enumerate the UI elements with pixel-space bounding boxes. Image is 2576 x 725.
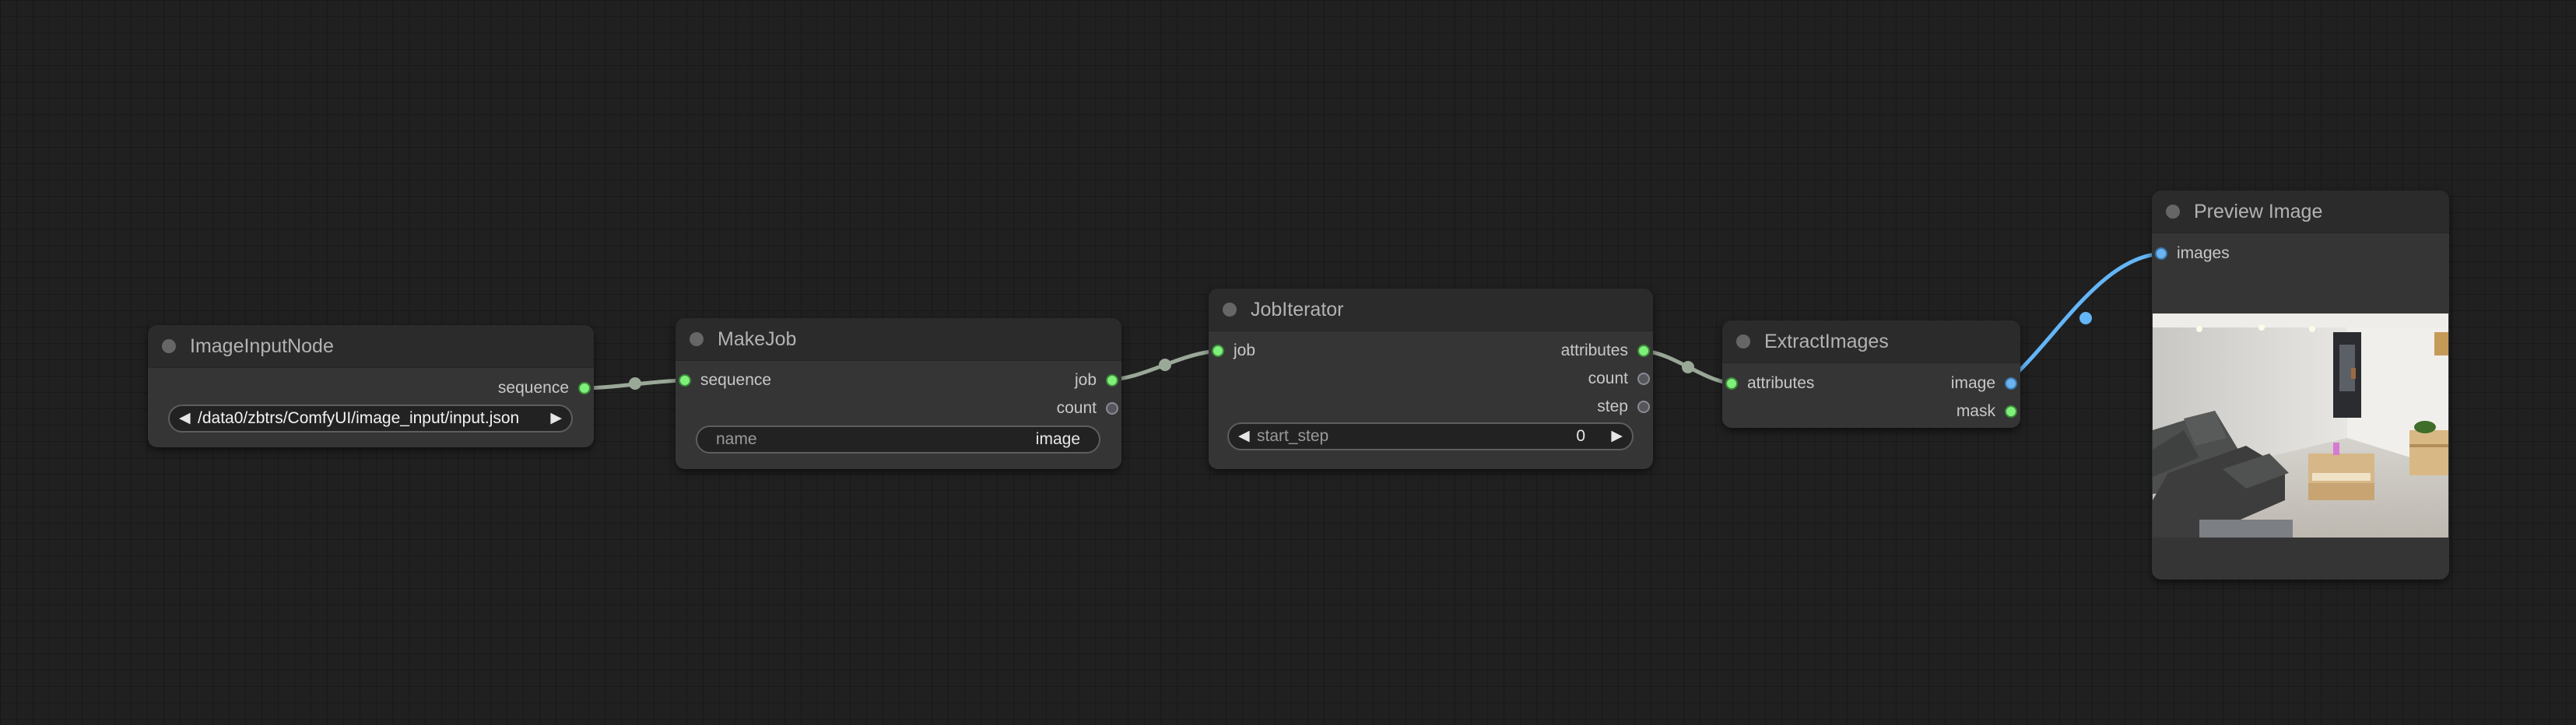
node-title-bar[interactable]: Preview Image xyxy=(2152,191,2449,233)
next-arrow-icon[interactable]: ▶ xyxy=(550,406,562,431)
widget-value: image xyxy=(1035,430,1080,448)
slot-connector[interactable] xyxy=(1106,374,1118,387)
slot-connector[interactable] xyxy=(2005,405,2017,418)
slot-connector[interactable] xyxy=(2155,247,2167,260)
slot-connector[interactable] xyxy=(1725,377,1738,390)
increment-arrow-icon[interactable]: ▶ xyxy=(1611,424,1623,449)
node-title: JobIterator xyxy=(1251,299,1344,320)
slot-label: images xyxy=(2177,244,2230,262)
slot-label: job xyxy=(1074,371,1097,389)
combo-value: /data0/zbtrs/ComfyUI/image_input/input.j… xyxy=(198,409,520,427)
slot-connector[interactable] xyxy=(1106,402,1118,415)
node-title: Preview Image xyxy=(2194,201,2323,222)
prev-arrow-icon[interactable]: ◀ xyxy=(179,406,191,431)
widget-label: name xyxy=(716,430,757,448)
slot-label: mask xyxy=(1956,402,1995,420)
slot-connector[interactable] xyxy=(578,382,591,394)
output-slot-attributes[interactable]: attributes xyxy=(1561,337,1653,365)
link-sequence-midpoint[interactable] xyxy=(629,377,641,390)
slot-connector[interactable] xyxy=(1637,401,1650,413)
widget-label: start_step xyxy=(1257,427,1329,445)
living-room-photo xyxy=(2153,313,2448,538)
node-image-input[interactable]: ImageInputNode sequence ◀ /data0/zbtrs/C… xyxy=(148,325,594,447)
slot-connector[interactable] xyxy=(1212,345,1224,357)
slot-connector[interactable] xyxy=(679,374,691,387)
slot-label: sequence xyxy=(700,371,772,389)
widget-value: 0 xyxy=(1576,427,1585,445)
slot-connector[interactable] xyxy=(1637,345,1650,357)
collapse-toggle[interactable] xyxy=(1223,303,1237,317)
output-slot-mask[interactable]: mask xyxy=(1957,398,2020,426)
decrement-arrow-icon[interactable]: ◀ xyxy=(1238,424,1250,449)
node-title-bar[interactable]: MakeJob xyxy=(676,318,1121,361)
output-slot-step[interactable]: step xyxy=(1597,393,1653,421)
input-slot-sequence[interactable]: sequence xyxy=(676,366,771,394)
input-slot-job[interactable]: job xyxy=(1209,337,1255,365)
input-slot-images[interactable]: images xyxy=(2152,240,2230,268)
collapse-toggle[interactable] xyxy=(1736,334,1750,348)
link-job xyxy=(1107,348,1223,382)
node-job-iterator[interactable]: JobIterator job attributes count step ◀ … xyxy=(1209,289,1653,469)
collapse-toggle[interactable] xyxy=(2166,205,2180,219)
link-job-midpoint[interactable] xyxy=(1159,359,1171,371)
output-slot-count[interactable]: count xyxy=(1057,394,1121,422)
collapse-toggle[interactable] xyxy=(690,332,704,346)
node-title-bar[interactable]: ExtractImages xyxy=(1722,320,2020,363)
output-slot-count[interactable]: count xyxy=(1588,365,1653,393)
output-slot-image[interactable]: image xyxy=(1951,370,2020,398)
slot-label: attributes xyxy=(1560,341,1628,359)
text-widget-name[interactable]: name image xyxy=(696,426,1100,454)
input-slot-attributes[interactable]: attributes xyxy=(1722,370,1814,398)
slot-label: job xyxy=(1234,341,1256,359)
node-extract-images[interactable]: ExtractImages attributes image mask xyxy=(1722,320,2020,428)
node-preview-image[interactable]: Preview Image images xyxy=(2152,191,2449,580)
node-title-bar[interactable]: JobIterator xyxy=(1209,289,1653,331)
slot-label: count xyxy=(1588,370,1628,387)
output-slot-job[interactable]: job xyxy=(1075,366,1121,394)
link-sequence xyxy=(580,378,690,391)
slot-label: count xyxy=(1056,399,1097,417)
node-title: MakeJob xyxy=(718,328,797,350)
node-make-job[interactable]: MakeJob sequence job count name image xyxy=(676,318,1121,469)
graph-canvas[interactable]: ImageInputNode sequence ◀ /data0/zbtrs/C… xyxy=(0,0,2576,725)
slot-connector[interactable] xyxy=(2005,377,2017,390)
number-widget-start-step[interactable]: ◀ start_step 0 ▶ xyxy=(1227,422,1634,450)
slot-label: attributes xyxy=(1747,374,1815,392)
combo-input-file[interactable]: ◀ /data0/zbtrs/ComfyUI/image_input/input… xyxy=(168,405,573,433)
output-slot-sequence[interactable]: sequence xyxy=(498,374,594,402)
slot-label: step xyxy=(1597,398,1628,415)
node-title-bar[interactable]: ImageInputNode xyxy=(148,325,594,368)
collapse-toggle[interactable] xyxy=(162,339,176,353)
link-attributes-midpoint[interactable] xyxy=(1682,361,1694,373)
link-image xyxy=(2005,251,2166,384)
slot-connector[interactable] xyxy=(1637,373,1650,385)
preview-image-output[interactable] xyxy=(2153,313,2448,538)
node-title: ImageInputNode xyxy=(190,335,334,357)
slot-label: image xyxy=(1950,374,1995,392)
link-image-midpoint[interactable] xyxy=(2079,312,2092,324)
node-title: ExtractImages xyxy=(1764,331,1889,352)
slot-label: sequence xyxy=(497,379,569,397)
